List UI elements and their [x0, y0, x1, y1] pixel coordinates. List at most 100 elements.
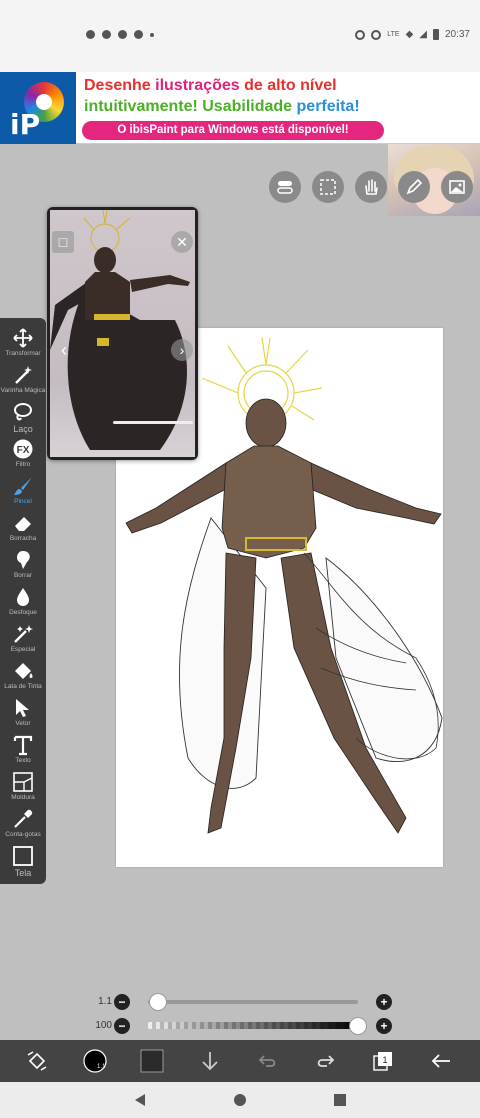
lasso-icon	[14, 403, 32, 421]
reference-window[interactable]: □ ✕ ‹ ›	[47, 207, 198, 460]
toggle-icon[interactable]	[269, 171, 301, 203]
tool-magic-wand[interactable]: Varinha Mágica	[0, 362, 46, 399]
tool-label: Texto	[15, 757, 31, 764]
wifi-icon: ◆	[405, 29, 414, 40]
tool-label: Pincel	[14, 498, 32, 505]
ad-word: ilustrações	[155, 77, 240, 94]
tool-transform[interactable]: Transformar	[0, 325, 46, 362]
tool-eraser[interactable]: Borracha	[0, 510, 46, 547]
tool-blur[interactable]: Desfoque	[0, 584, 46, 621]
tool-label: Varinha Mágica	[0, 387, 46, 394]
battery-icon	[432, 29, 439, 40]
bottom-toolbar: 1.1 1	[0, 1040, 480, 1082]
tool-label: Tela	[14, 868, 32, 878]
ad-word: intuitivamente!	[84, 98, 198, 115]
eyedropper-icon	[14, 809, 33, 828]
tool-bucket[interactable]: Lata de Tinta	[0, 658, 46, 695]
pen-icon[interactable]	[398, 171, 430, 203]
messenger-icon	[118, 30, 127, 39]
ad-word: de alto nível	[244, 77, 337, 94]
fx-icon: FX	[13, 439, 33, 459]
selection-icon[interactable]	[312, 171, 344, 203]
brush-size-slider[interactable]: 1.1 − +	[0, 992, 480, 1012]
tool-eyedropper[interactable]: Conta-gotas	[0, 806, 46, 843]
notification-icon	[134, 30, 143, 39]
brush-size-knob[interactable]	[149, 993, 168, 1011]
tool-label: Transformar	[5, 350, 41, 357]
undo-icon[interactable]	[251, 1044, 285, 1078]
tool-label: Desfoque	[9, 609, 37, 616]
layer-count: 1	[382, 1055, 387, 1065]
tool-label: Vetor	[15, 720, 31, 727]
swap-tool-icon[interactable]	[20, 1044, 54, 1078]
brush-preview-icon[interactable]: 1.1	[78, 1044, 112, 1078]
opacity-increase-button[interactable]: +	[376, 1018, 392, 1034]
tool-smudge[interactable]: Borrar	[0, 547, 46, 584]
brush-size-track[interactable]	[148, 1000, 358, 1004]
opacity-knob[interactable]	[349, 1017, 367, 1035]
nav-home-icon[interactable]	[233, 1093, 247, 1107]
hand-icon[interactable]	[355, 171, 387, 203]
smudge-icon	[17, 551, 30, 569]
opacity-decrease-button[interactable]: −	[114, 1018, 130, 1034]
alarm-icon	[355, 29, 366, 40]
layers-icon[interactable]: 1	[366, 1044, 400, 1078]
frame-icon	[13, 772, 33, 792]
ad-word: perfeita!	[296, 98, 360, 115]
logo-text: iP	[10, 108, 41, 141]
opacity-value: 100	[95, 1020, 112, 1031]
brush-size-increase-button[interactable]: +	[376, 994, 392, 1010]
chevron-left-icon[interactable]: ‹	[53, 339, 75, 361]
tool-label: Laço	[13, 424, 33, 434]
ad-word: Desenhe	[84, 77, 151, 94]
nav-back-icon[interactable]	[133, 1093, 147, 1107]
color-swatch[interactable]	[135, 1044, 169, 1078]
tool-label: Borrar	[13, 572, 33, 579]
tool-label: Filtro	[15, 461, 31, 468]
brush-size-decrease-button[interactable]: −	[114, 994, 130, 1010]
reference-resize-handle[interactable]	[113, 421, 193, 424]
tool-brush[interactable]: Pincel	[0, 473, 46, 510]
chevron-right-icon[interactable]: ›	[171, 339, 193, 361]
status-bar: LTE ◆ ◢ 20:37	[0, 0, 480, 72]
tool-filter[interactable]: FX Filtro	[0, 436, 46, 473]
ad-headline-line2: intuitivamente! Usabilidade perfeita!	[84, 98, 360, 116]
brush-icon	[14, 477, 32, 495]
close-icon[interactable]: ✕	[171, 231, 193, 253]
tool-label: Moldura	[11, 794, 35, 801]
notification-icon	[86, 30, 95, 39]
brush-size-value: 1.1	[98, 996, 112, 1007]
navigation-bar	[0, 1082, 480, 1118]
notification-icon	[102, 30, 111, 39]
redo-icon[interactable]	[308, 1044, 342, 1078]
tool-vector[interactable]: Vetor	[0, 695, 46, 732]
opacity-slider[interactable]: 100 − +	[0, 1016, 480, 1036]
tool-frame[interactable]: Moldura	[0, 769, 46, 806]
svg-text:1.1: 1.1	[97, 1064, 106, 1070]
tool-label: Conta-gotas	[5, 831, 41, 838]
back-arrow-icon[interactable]	[424, 1044, 458, 1078]
tools-panel: Transformar Varinha Mágica Laço FX Filtr…	[0, 318, 46, 884]
move-icon	[13, 328, 33, 348]
opacity-track[interactable]	[148, 1022, 358, 1029]
reference-mode-icon[interactable]: □	[52, 231, 74, 253]
more-notifications-icon	[150, 32, 154, 37]
canvas-icon	[13, 846, 33, 866]
eraser-icon	[15, 517, 31, 531]
download-icon[interactable]	[193, 1044, 227, 1078]
ad-word: Usabilidade	[202, 98, 293, 115]
tool-text[interactable]: Texto	[0, 732, 46, 769]
image-icon[interactable]	[441, 171, 473, 203]
nav-recents-icon[interactable]	[333, 1093, 347, 1107]
ad-cta-button[interactable]: O ibisPaint para Windows está disponível…	[82, 121, 384, 140]
tool-canvas[interactable]: Tela	[0, 843, 46, 880]
svg-text:FX: FX	[17, 445, 30, 456]
notification-icons	[86, 30, 154, 39]
system-icons: LTE ◆ ◢ 20:37	[355, 29, 470, 40]
tool-special[interactable]: Especial	[0, 621, 46, 658]
tool-label: Lata de Tinta	[4, 683, 42, 690]
blur-icon	[17, 588, 29, 606]
bucket-icon	[15, 663, 33, 679]
network-type: LTE	[387, 31, 400, 38]
tool-lasso[interactable]: Laço	[0, 399, 46, 436]
